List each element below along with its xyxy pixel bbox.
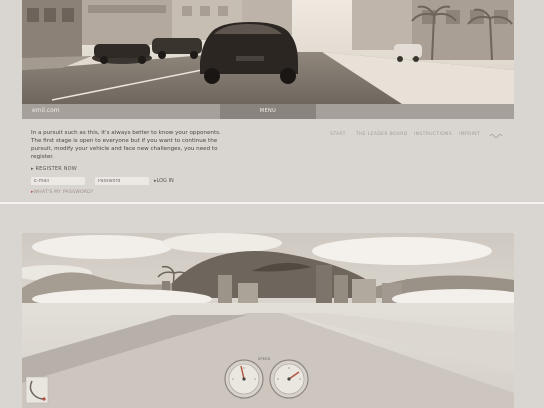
login-link[interactable]: LOG IN <box>154 178 174 184</box>
register-now-link[interactable]: REGISTER NOW <box>31 166 77 172</box>
speed-label: SPEED <box>258 357 271 361</box>
game-panel: SPEED <box>0 204 544 408</box>
site-page-panel: emil.com MENU In a pursuit such as this,… <box>0 0 544 202</box>
menu-strip: emil.com MENU <box>22 104 514 119</box>
intro-text: In a pursuit such as this, it's always b… <box>31 130 221 160</box>
game-viewport[interactable] <box>22 233 514 408</box>
site-url[interactable]: emil.com <box>32 107 60 114</box>
forgot-password-link[interactable]: WHAT'S MY PASSWORD? <box>31 190 94 195</box>
street-hero-image <box>22 0 514 104</box>
nav-item-imprint[interactable]: IMPRINT <box>459 132 480 137</box>
nav-item-instructions[interactable]: INSTRUCTIONS <box>414 132 452 137</box>
email-field[interactable] <box>31 177 85 185</box>
menu-button[interactable]: MENU <box>220 104 316 119</box>
nav-item-start[interactable]: START <box>330 132 346 137</box>
brand-logo-icon[interactable] <box>489 132 503 138</box>
nav-item-leader-board[interactable]: THE LEADER BOARD <box>356 132 408 137</box>
password-field[interactable] <box>95 177 149 185</box>
